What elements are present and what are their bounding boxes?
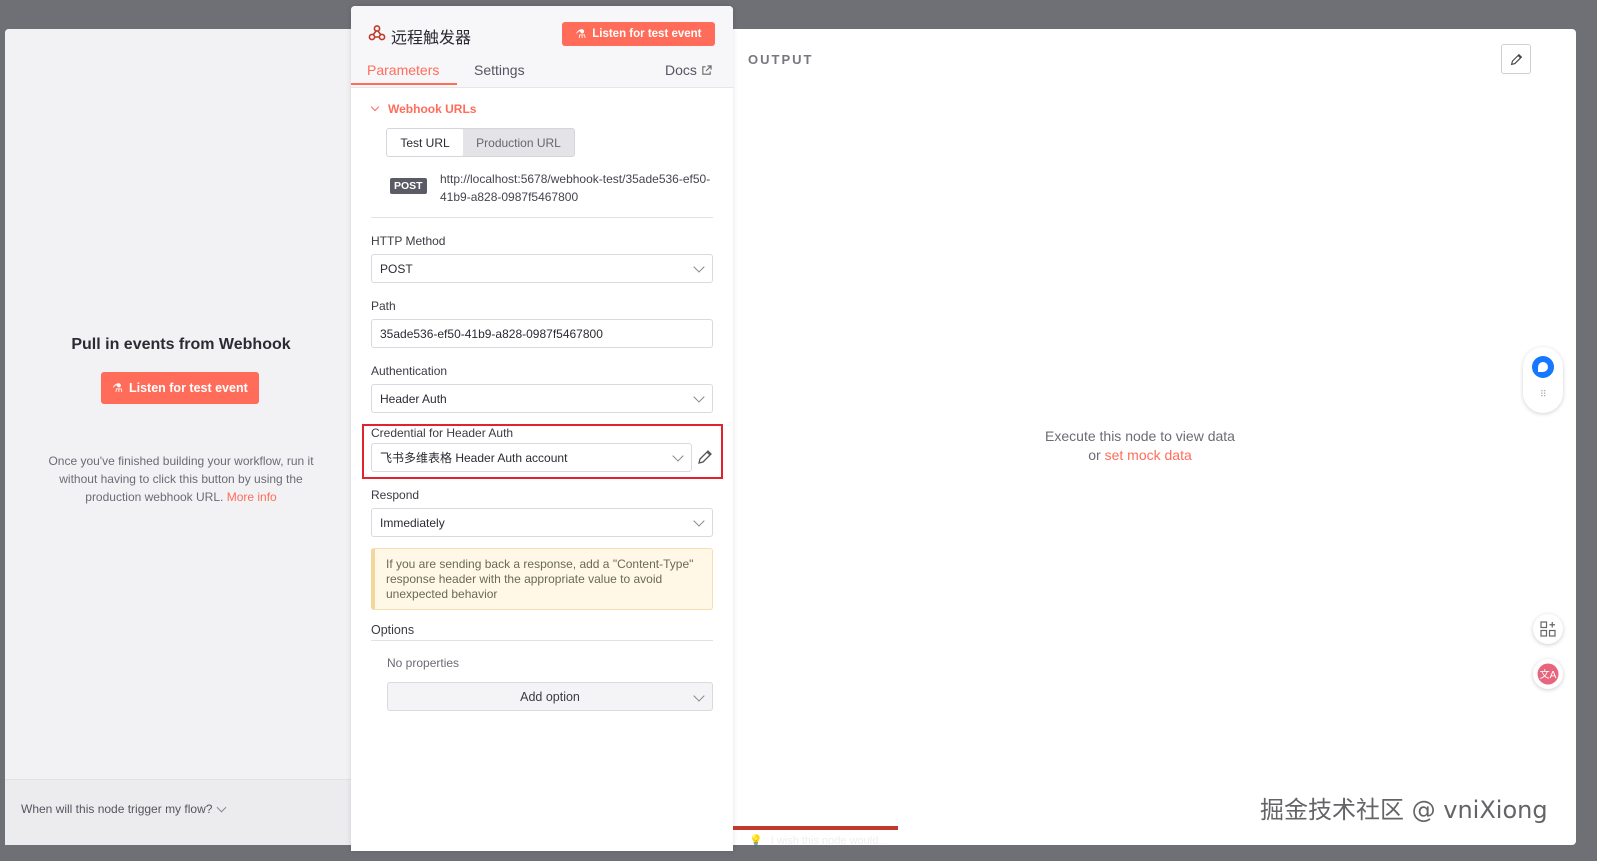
feedback-hint[interactable]: 💡 I wish this node would...	[733, 826, 898, 861]
chevron-down-icon	[672, 450, 684, 462]
lightbulb-icon: 💡	[749, 835, 763, 847]
watermark: 掘金技术社区 @ vniXiong	[1260, 796, 1548, 824]
edit-output-button[interactable]	[1501, 44, 1531, 74]
webhook-icon	[368, 25, 386, 41]
webhook-url[interactable]: http://localhost:5678/webhook-test/35ade…	[440, 170, 715, 206]
feedback-accent-bar	[733, 826, 898, 830]
output-or-text: or	[1088, 447, 1101, 463]
add-option-label: Add option	[520, 689, 580, 704]
divider	[371, 640, 713, 641]
node-title[interactable]: 远程触发器	[391, 24, 471, 48]
flask-icon: ⚗	[112, 381, 123, 395]
listen-for-test-event-header-button[interactable]: ⚗ Listen for test event	[562, 22, 715, 46]
divider	[371, 217, 713, 218]
set-mock-data-link[interactable]: set mock data	[1105, 447, 1192, 463]
http-method-value: POST	[380, 261, 413, 276]
input-pane: Pull in events from Webhook ⚗ Listen for…	[5, 29, 357, 845]
webhook-urls-toggle[interactable]: Webhook URLs	[370, 102, 477, 116]
content-type-notice: If you are sending back a response, add …	[371, 548, 713, 610]
pencil-icon	[1510, 53, 1522, 65]
listen-button-label: Listen for test event	[592, 28, 702, 40]
http-method-label: HTTP Method	[371, 234, 446, 248]
docs-link[interactable]: Docs	[665, 62, 712, 78]
input-pane-title: Pull in events from Webhook	[71, 336, 291, 353]
method-badge: POST	[390, 178, 427, 194]
node-header: 远程触发器 ⚗ Listen for test event Parameters…	[351, 6, 733, 88]
external-link-icon	[702, 64, 712, 75]
output-empty-message: Execute this node to view data or set mo…	[1020, 427, 1260, 465]
apps-grid-icon	[1540, 621, 1556, 637]
credential-select[interactable]: 飞书多维表格 Header Auth account	[371, 443, 692, 472]
apps-grid-button[interactable]	[1533, 614, 1563, 644]
respond-value: Immediately	[380, 515, 445, 530]
tab-parameters[interactable]: Parameters	[367, 62, 439, 78]
respond-select[interactable]: Immediately	[371, 508, 713, 537]
output-empty-line: Execute this node to view data	[1045, 428, 1235, 444]
edit-credential-pencil-icon[interactable]	[697, 449, 713, 465]
chevron-down-icon	[693, 690, 705, 702]
chevron-down-icon	[216, 802, 227, 812]
docs-label: Docs	[665, 62, 697, 78]
respond-label: Respond	[371, 488, 420, 502]
path-input[interactable]: 35ade536-ef50-41b9-a828-0987f5467800	[371, 319, 713, 348]
chevron-down-icon	[693, 515, 705, 527]
active-tab-indicator	[351, 83, 457, 85]
tab-test-url[interactable]: Test URL	[387, 129, 463, 156]
drag-handle-icon[interactable]: ⠿	[1540, 389, 1547, 400]
translate-button[interactable]: 文A	[1533, 659, 1563, 689]
trigger-question-toggle[interactable]: When will this node trigger my flow?	[21, 802, 227, 816]
add-option-button[interactable]: Add option	[387, 682, 713, 711]
tab-settings[interactable]: Settings	[474, 62, 525, 78]
no-properties-text: No properties	[387, 656, 460, 670]
tab-production-url[interactable]: Production URL	[463, 129, 574, 156]
trigger-help-footer: When will this node trigger my flow?	[5, 779, 352, 845]
chevron-down-icon	[693, 391, 705, 403]
credential-label: Credential for Header Auth	[371, 426, 514, 440]
output-label: OUTPUT	[748, 52, 814, 67]
svg-text:文A: 文A	[1540, 668, 1557, 681]
listen-button-label: Listen for test event	[128, 381, 248, 395]
credential-value: 飞书多维表格 Header Auth account	[380, 451, 568, 465]
authentication-label: Authentication	[371, 364, 448, 378]
trigger-question-label: When will this node trigger my flow?	[21, 802, 213, 816]
path-value: 35ade536-ef50-41b9-a828-0987f5467800	[380, 326, 603, 341]
url-type-switch: Test URL Production URL	[386, 128, 575, 157]
authentication-value: Header Auth	[380, 391, 447, 406]
http-method-select[interactable]: POST	[371, 254, 713, 283]
chevron-down-icon	[370, 102, 380, 112]
chat-bubble-icon	[1532, 356, 1554, 378]
authentication-select[interactable]: Header Auth	[371, 384, 713, 413]
chevron-down-icon	[693, 261, 705, 273]
listen-for-test-event-button[interactable]: ⚗ Listen for test event	[101, 372, 259, 404]
node-parameters-panel: 远程触发器 ⚗ Listen for test event Parameters…	[351, 6, 733, 851]
feedback-hint-text: I wish this node would...	[770, 834, 888, 847]
more-info-link[interactable]: More info	[227, 490, 277, 504]
options-label: Options	[371, 623, 415, 637]
floating-assistant-widget[interactable]: ⠿	[1523, 347, 1563, 413]
flask-icon: ⚗	[575, 27, 587, 41]
input-pane-note: Once you've finished building your workf…	[30, 452, 332, 506]
webhook-urls-label: Webhook URLs	[388, 102, 477, 116]
translate-icon: 文A	[1537, 663, 1559, 685]
node-details-modal: Pull in events from Webhook ⚗ Listen for…	[5, 29, 1576, 845]
path-label: Path	[371, 299, 396, 313]
